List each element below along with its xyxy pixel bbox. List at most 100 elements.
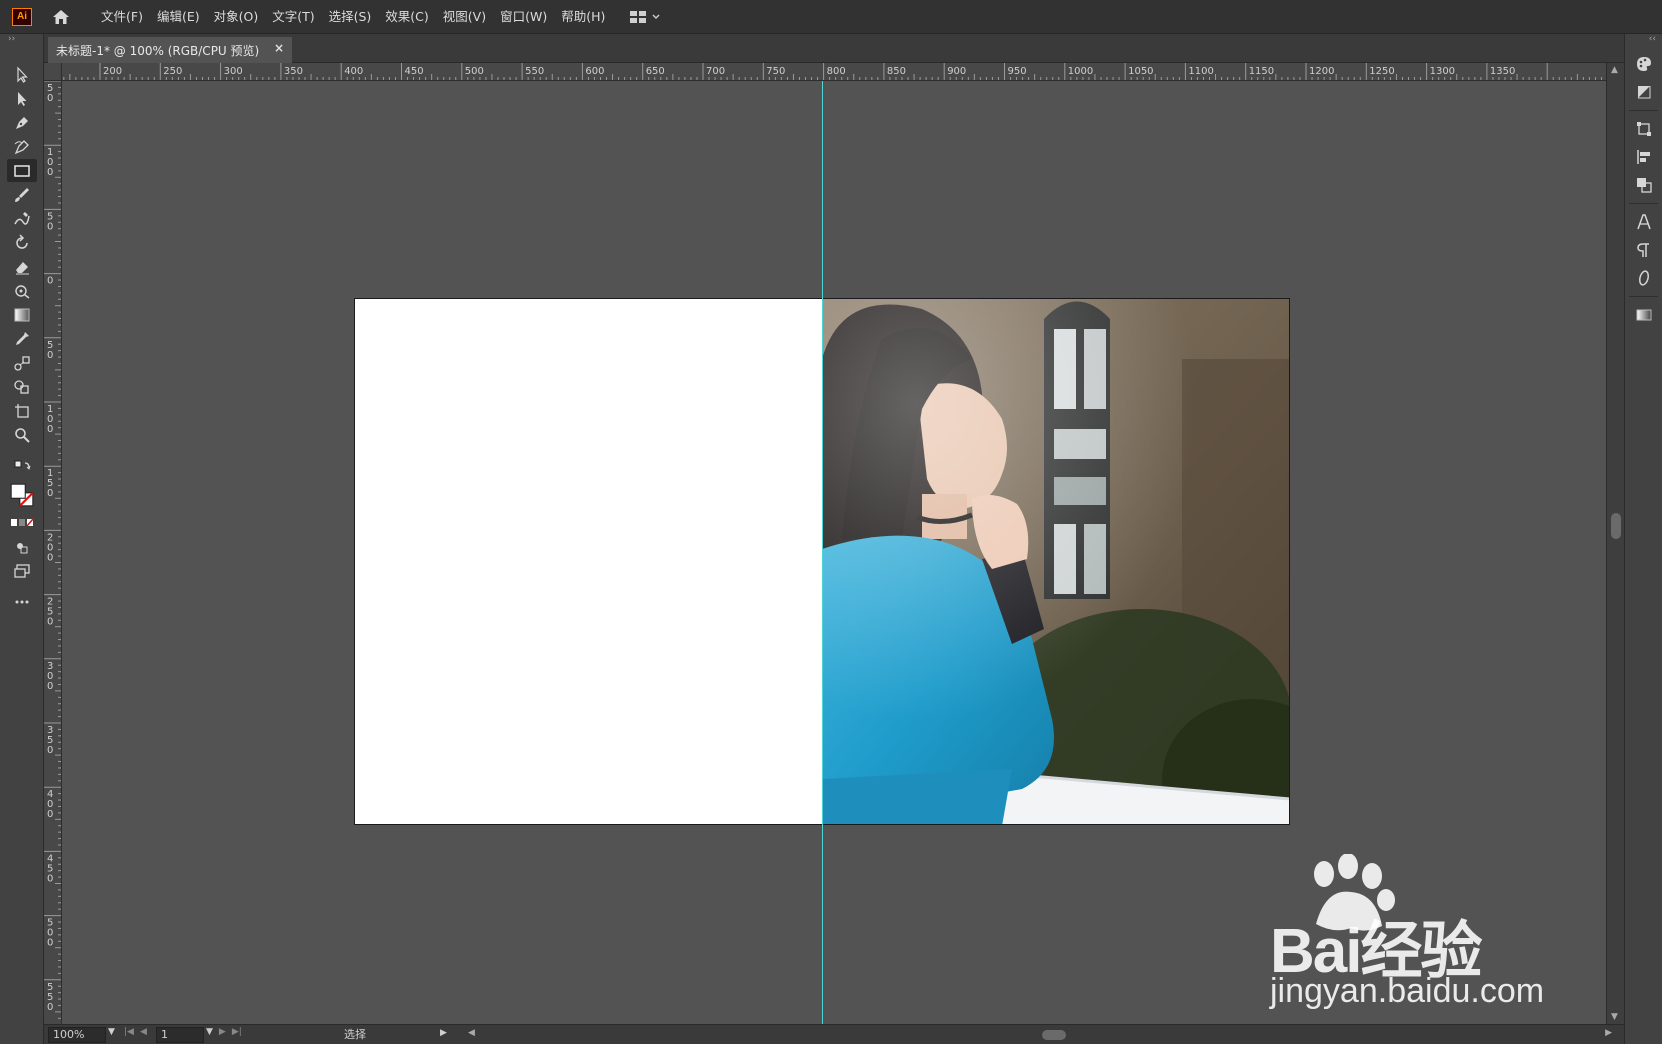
ruler-label: 0 xyxy=(47,552,53,563)
menu-edit[interactable]: 编辑(E) xyxy=(150,0,207,34)
align-panel-button[interactable] xyxy=(1631,145,1657,169)
transform-panel-button[interactable] xyxy=(1631,117,1657,141)
next-artboard-icon[interactable]: ▶ xyxy=(219,1027,226,1037)
vertical-ruler[interactable]: 5010050050100150200250300350400450500550 xyxy=(44,81,62,1024)
menu-help[interactable]: 帮助(H) xyxy=(554,0,612,34)
dock-collapse-icon[interactable]: ‹‹ xyxy=(1625,34,1662,48)
gradient-swatch-icon xyxy=(1636,309,1651,321)
transform-icon xyxy=(1636,122,1651,136)
direct-selection-tool[interactable] xyxy=(7,87,37,110)
artboard-number-field[interactable]: 1 xyxy=(156,1027,204,1043)
magnifier-icon xyxy=(14,427,30,443)
ruler-label: 1350 xyxy=(1490,66,1515,77)
ruler-label: 400 xyxy=(344,66,363,77)
draw-mode-button[interactable] xyxy=(7,535,37,558)
ruler-label: 0 xyxy=(47,745,53,756)
ruler-label: 550 xyxy=(525,66,544,77)
chevron-down-icon[interactable]: ▼ xyxy=(206,1027,213,1037)
menu-window[interactable]: 窗口(W) xyxy=(493,0,554,34)
vertical-scrollbar[interactable]: ▲ ▼ xyxy=(1606,63,1624,1024)
gradient-tool[interactable] xyxy=(7,303,37,326)
paintbrush-tool[interactable] xyxy=(7,183,37,206)
scroll-right-icon[interactable]: ▶ xyxy=(1605,1028,1612,1038)
right-panel-dock: ‹‹ xyxy=(1624,34,1662,1044)
menu-file[interactable]: 文件(F) xyxy=(94,0,150,34)
zoom-tool[interactable] xyxy=(7,423,37,446)
puppet-warp-icon xyxy=(14,284,29,299)
ruler-label: 700 xyxy=(706,66,725,77)
vertical-scroll-thumb[interactable] xyxy=(1611,513,1621,539)
home-button[interactable] xyxy=(50,6,72,28)
scroll-up-icon[interactable]: ▲ xyxy=(1611,65,1618,75)
menu-object[interactable]: 对象(O) xyxy=(207,0,266,34)
eraser-tool[interactable] xyxy=(7,255,37,278)
color-none-icon xyxy=(10,518,34,526)
document-tab[interactable]: 未标题-1* @ 100% (RGB/CPU 预览) × xyxy=(48,37,292,63)
selection-tool[interactable] xyxy=(7,63,37,86)
scroll-left-icon[interactable]: ◀ xyxy=(468,1028,475,1038)
paragraph-panel-button[interactable] xyxy=(1631,238,1657,262)
ruler-origin[interactable] xyxy=(44,63,62,81)
horizontal-scrollbar[interactable]: ◀ ▶ xyxy=(468,1027,1612,1043)
pen-tool[interactable] xyxy=(7,111,37,134)
workspace-switcher-button[interactable] xyxy=(630,10,660,23)
fill-stroke-swatches[interactable] xyxy=(7,480,37,510)
blend-tool[interactable] xyxy=(7,351,37,374)
rectangle-tool[interactable] xyxy=(6,159,37,182)
gradient-panel-button[interactable] xyxy=(1631,303,1657,327)
pilcrow-icon xyxy=(1636,243,1649,257)
shaper-icon xyxy=(13,211,30,225)
character-a-icon xyxy=(1636,214,1651,230)
ruler-label: 0 xyxy=(47,424,53,435)
eyedropper-tool[interactable] xyxy=(7,327,37,350)
menu-select[interactable]: 选择(S) xyxy=(322,0,379,34)
screen-mode-button[interactable] xyxy=(7,559,37,582)
horizontal-ruler[interactable]: 200 250 300 350 400 450 500 550 600 650 700 750 800 8… xyxy=(62,63,1606,81)
rotate-tool[interactable] xyxy=(7,231,37,254)
ruler-label: 950 xyxy=(1008,66,1027,77)
shape-builder-tool[interactable] xyxy=(7,375,37,398)
edit-toolbar-button[interactable] xyxy=(7,590,37,613)
horizontal-scroll-thumb[interactable] xyxy=(1042,1030,1066,1040)
eyedropper-icon xyxy=(15,331,29,345)
ruler-label: 850 xyxy=(887,66,906,77)
vertical-guide[interactable] xyxy=(822,81,823,1024)
swap-colors-button[interactable] xyxy=(7,456,37,479)
ruler-label: 800 xyxy=(827,66,846,77)
opentype-panel-button[interactable] xyxy=(1631,266,1657,290)
prev-artboard-icon[interactable]: ◀ xyxy=(140,1027,147,1037)
pathfinder-panel-button[interactable] xyxy=(1631,173,1657,197)
artboard-tool[interactable] xyxy=(7,399,37,422)
curvature-tool[interactable] xyxy=(7,135,37,158)
status-menu-arrow-icon[interactable]: ▶ xyxy=(440,1028,447,1038)
scroll-down-icon[interactable]: ▼ xyxy=(1611,1012,1618,1022)
zoom-level-field[interactable]: 100% xyxy=(48,1027,106,1043)
menu-type[interactable]: 文字(T) xyxy=(265,0,321,34)
ruler-label: 0 xyxy=(47,221,53,232)
artboard-blank-area[interactable] xyxy=(354,298,822,825)
placed-photo[interactable] xyxy=(822,298,1290,825)
color-panel-button[interactable] xyxy=(1631,52,1657,76)
color-mode-buttons[interactable] xyxy=(7,511,37,534)
color-guide-button[interactable] xyxy=(1631,80,1657,104)
panel-grip-icon[interactable]: ›› xyxy=(0,34,43,46)
panel-separator xyxy=(1629,203,1658,204)
fill-stroke-icon xyxy=(10,483,34,507)
close-tab-button[interactable]: × xyxy=(274,41,284,55)
first-artboard-icon[interactable]: |◀ xyxy=(124,1027,134,1037)
menu-effect[interactable]: 效果(C) xyxy=(378,0,435,34)
puppet-warp-tool[interactable] xyxy=(7,279,37,302)
color-guide-icon xyxy=(1637,86,1650,99)
menu-view[interactable]: 视图(V) xyxy=(436,0,493,34)
chevron-down-icon[interactable]: ▼ xyxy=(108,1027,115,1037)
chevron-down-icon xyxy=(652,14,660,19)
ruler-label: 1000 xyxy=(1068,66,1093,77)
character-panel-button[interactable] xyxy=(1631,210,1657,234)
shaper-tool[interactable] xyxy=(7,207,37,230)
shape-builder-icon xyxy=(13,379,29,394)
document-tab-title: 未标题-1* @ 100% (RGB/CPU 预览) xyxy=(56,43,260,58)
last-artboard-icon[interactable]: ▶| xyxy=(232,1027,242,1037)
ruler-label: 0 xyxy=(47,1002,53,1013)
pen-icon xyxy=(15,116,28,129)
ruler-label: 1200 xyxy=(1309,66,1334,77)
